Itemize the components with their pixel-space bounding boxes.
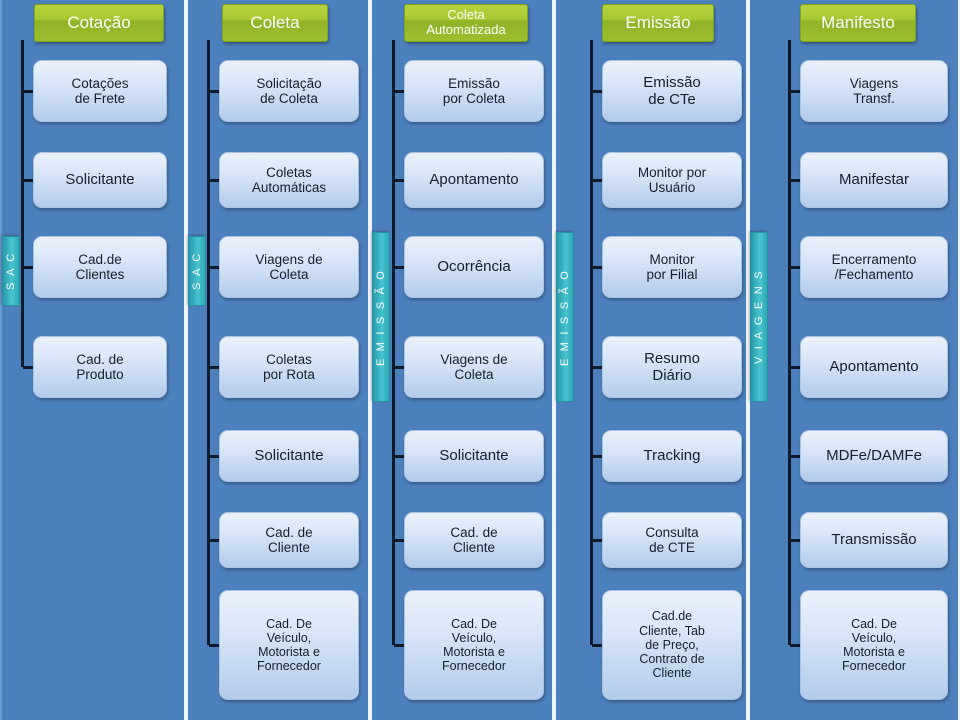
node-coleta-5[interactable]: Cad. de Cliente [219,512,359,568]
swimlane-label-manifesto: V I A G E N S [750,232,768,402]
node-label: Apontamento [429,171,519,189]
column-spine-manifesto [788,40,791,645]
node-label: Solicitante [254,447,324,465]
node-coleta-3[interactable]: Coletas por Rota [219,336,359,398]
node-label: Apontamento [829,358,919,376]
node-label: Manifestar [838,171,910,189]
process-flow-diagram: Cotação S A C Cotações de Frete Solicitante… [0,0,960,720]
swimlane-label-emissao: E M I S S Ã O [556,232,574,402]
column-header-manifesto[interactable]: Manifesto [800,4,916,42]
node-label: Cad. De Veículo, Motorista e Fornecedor [842,616,906,674]
node-label: Solicitante [439,447,509,465]
column-header-cotacao[interactable]: Cotação [34,4,164,42]
node-cotacao-2[interactable]: Cad.de Clientes [33,236,167,298]
node-manifesto-0[interactable]: Viagens Transf. [800,60,948,122]
node-label: Ocorrência [437,258,511,276]
node-coleta-automatizada-6[interactable]: Cad. De Veículo, Motorista e Fornecedor [404,590,544,700]
node-coleta-4[interactable]: Solicitante [219,430,359,482]
column-header-coleta[interactable]: Coleta [222,4,328,42]
node-label: Viagens de Coleta [440,351,508,382]
node-emissao-2[interactable]: Monitor por Filial [602,236,742,298]
swimlane-label-cotacao: S A C [2,236,20,306]
node-emissao-5[interactable]: Consulta de CTE [602,512,742,568]
node-coleta-automatizada-3[interactable]: Viagens de Coleta [404,336,544,398]
node-emissao-6[interactable]: Cad.de Cliente, Tab de Preço, Contrato d… [602,590,742,700]
node-coleta-6[interactable]: Cad. De Veículo, Motorista e Fornecedor [219,590,359,700]
column-spine-coleta-automatizada [392,40,395,645]
node-cotacao-3[interactable]: Cad. de Produto [33,336,167,398]
node-label: Resumo Diário [644,349,700,384]
column-spine-coleta [207,40,210,645]
node-label: Tracking [643,447,701,465]
node-coleta-automatizada-0[interactable]: Emissão por Coleta [404,60,544,122]
swimlane-label-coleta: S A C [188,236,206,306]
node-manifesto-3[interactable]: Apontamento [800,336,948,398]
node-coleta-automatizada-5[interactable]: Cad. de Cliente [404,512,544,568]
swimlane-label-coleta-automatizada: E M I S S Ã O [372,232,390,402]
node-label: MDFe/DAMFe [826,447,922,465]
node-label: Solicitante [65,171,135,189]
node-label: Monitor por Filial [646,251,698,282]
node-coleta-automatizada-1[interactable]: Apontamento [404,152,544,208]
node-label: Cad. De Veículo, Motorista e Fornecedor [442,616,506,674]
node-label: Cad. De Veículo, Motorista e Fornecedor [257,616,321,674]
node-label: Cad. de Produto [76,351,124,382]
node-emissao-3[interactable]: Resumo Diário [602,336,742,398]
node-label: Viagens Transf. [849,75,899,106]
node-cotacao-1[interactable]: Solicitante [33,152,167,208]
node-manifesto-4[interactable]: MDFe/DAMFe [800,430,948,482]
node-label: Viagens de Coleta [255,251,323,282]
node-label: Cad.de Cliente, Tab de Preço, Contrato d… [639,609,705,681]
node-coleta-1[interactable]: Coletas Automáticas [219,152,359,208]
node-label: Emissão por Coleta [442,75,506,106]
node-label: Emissão de CTe [643,73,701,108]
node-cotacao-0[interactable]: Cotações de Frete [33,60,167,122]
node-label: Cad.de Clientes [75,251,125,282]
node-coleta-automatizada-4[interactable]: Solicitante [404,430,544,482]
node-label: Consulta de CTE [645,524,699,555]
node-label: Cotações de Frete [71,75,129,106]
node-manifesto-2[interactable]: Encerramento /Fechamento [800,236,948,298]
node-manifesto-5[interactable]: Transmissão [800,512,948,568]
node-label: Cad. de Cliente [450,524,498,555]
node-emissao-1[interactable]: Monitor por Usuário [602,152,742,208]
node-manifesto-1[interactable]: Manifestar [800,152,948,208]
column-header-emissao[interactable]: Emissão [602,4,714,42]
node-label: Transmissão [831,531,917,549]
node-label: Coletas por Rota [263,351,315,382]
node-label: Cad. de Cliente [265,524,313,555]
node-manifesto-6[interactable]: Cad. De Veículo, Motorista e Fornecedor [800,590,948,700]
node-coleta-2[interactable]: Viagens de Coleta [219,236,359,298]
column-spine-emissao [590,40,593,645]
node-label: Coletas Automáticas [251,164,327,195]
node-coleta-0[interactable]: Solicitação de Coleta [219,60,359,122]
node-label: Monitor por Usuário [637,164,707,195]
node-emissao-4[interactable]: Tracking [602,430,742,482]
node-emissao-0[interactable]: Emissão de CTe [602,60,742,122]
node-label: Encerramento /Fechamento [831,251,917,282]
node-coleta-automatizada-2[interactable]: Ocorrência [404,236,544,298]
column-header-coleta-automatizada[interactable]: Coleta Automatizada [404,4,528,42]
node-label: Solicitação de Coleta [256,75,322,106]
